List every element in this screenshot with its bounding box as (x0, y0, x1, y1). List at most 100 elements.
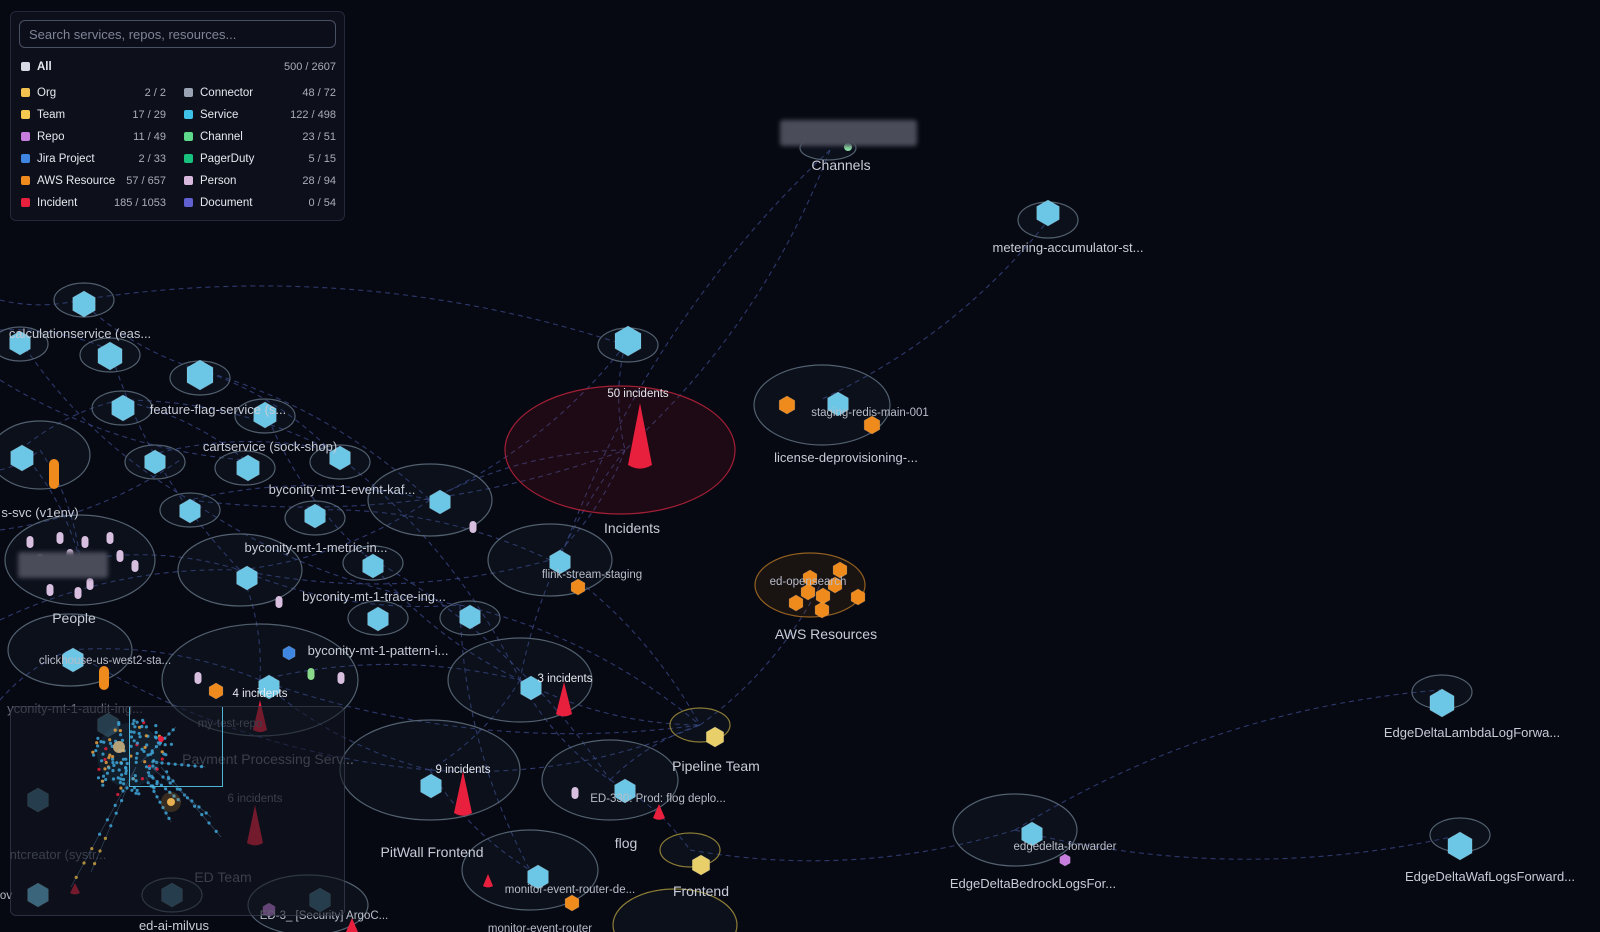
person-node[interactable] (337, 672, 345, 684)
filter-count: 23 / 51 (302, 131, 336, 143)
minimap-node (98, 849, 102, 853)
filter-count: 17 / 29 (132, 109, 166, 121)
service-label: metering-accumulator-st... (993, 240, 1144, 255)
filter-service[interactable]: Service 122 / 498 (184, 107, 336, 123)
minimap-node (100, 779, 104, 783)
swatch (184, 132, 193, 141)
person-node[interactable] (46, 584, 54, 596)
service-label: byconity-mt-1-metric-in... (244, 540, 387, 555)
search-input[interactable] (19, 20, 336, 48)
minimap-node (152, 789, 156, 793)
swatch (21, 154, 30, 163)
service-label: edgedelta-forwarder (1014, 841, 1117, 853)
jira-project-node[interactable] (282, 645, 296, 661)
person-node[interactable] (74, 587, 82, 599)
minimap-node (93, 862, 97, 866)
filter-all-count: 500 / 2607 (284, 61, 336, 73)
minimap-node (94, 749, 98, 753)
person-node[interactable] (131, 560, 139, 572)
aws-resource-node[interactable] (850, 588, 866, 606)
channel-node[interactable] (307, 668, 315, 680)
filter-person[interactable]: Person 28 / 94 (184, 173, 336, 189)
minimap-node (108, 738, 112, 742)
minimap-node (105, 771, 109, 775)
incident-count-label: 50 incidents (607, 388, 669, 400)
minimap-node (115, 761, 119, 765)
pitwall-frontend-cluster[interactable] (339, 719, 521, 821)
aws-resource-node[interactable] (815, 587, 831, 605)
minimap-node (108, 741, 113, 745)
cluster-label: Frontend (673, 883, 729, 899)
person-node[interactable] (571, 787, 579, 799)
swatch (184, 154, 193, 163)
cluster-label: AWS Resources (775, 626, 877, 642)
person-node[interactable] (81, 536, 89, 548)
minimap-node (99, 740, 103, 744)
person-node[interactable] (106, 532, 114, 544)
filter-pagerduty[interactable]: PagerDuty 5 / 15 (184, 151, 336, 167)
aws-resource-node[interactable] (208, 682, 224, 700)
minimap-node (107, 766, 111, 770)
minimap-node (121, 789, 125, 793)
filter-incident[interactable]: Incident 185 / 1053 (21, 195, 166, 211)
minimap-node (98, 832, 102, 836)
edgedelta-forwarder-cluster[interactable] (952, 793, 1078, 867)
incidents-cluster[interactable] (504, 385, 736, 515)
filter-team[interactable]: Team 17 / 29 (21, 107, 166, 123)
minimap-node (111, 769, 115, 773)
cluster-label: People (52, 610, 96, 626)
minimap-node (112, 763, 116, 767)
minimap-node (117, 768, 121, 772)
person-node[interactable] (26, 536, 34, 548)
aws-resource-node[interactable] (814, 601, 830, 619)
minimap-node (207, 821, 211, 825)
filter-aws-resource[interactable]: AWS Resource 57 / 657 (21, 173, 166, 189)
person-node[interactable] (194, 672, 202, 684)
minimap-node (130, 788, 134, 792)
person-node[interactable] (469, 521, 477, 533)
incident-count-label: 9 incidents (436, 764, 491, 776)
minimap-node (96, 744, 100, 748)
filter-repo[interactable]: Repo 11 / 49 (21, 129, 166, 145)
filter-channel[interactable]: Channel 23 / 51 (184, 129, 336, 145)
filter-count: 57 / 657 (126, 175, 166, 187)
minimap-node (104, 760, 108, 765)
filter-all[interactable]: All 500 / 2607 (21, 59, 336, 75)
swatch (184, 88, 193, 97)
filter-jira-project[interactable]: Jira Project 2 / 33 (21, 151, 166, 167)
service-label: byconity-mt-1-trace-ing... (302, 589, 446, 604)
redacted-person-label (18, 552, 108, 578)
minimap-node (114, 811, 118, 815)
filter-connector[interactable]: Connector 48 / 72 (184, 85, 336, 101)
minimap-viewport[interactable] (129, 707, 223, 787)
person-node[interactable] (56, 532, 64, 544)
aws-resource-node[interactable] (788, 594, 804, 612)
minimap-node (119, 786, 123, 790)
minimap-node (111, 777, 116, 781)
minimap-node (120, 799, 124, 803)
swatch (184, 110, 193, 119)
filter-count: 0 / 54 (308, 197, 336, 209)
service-label: s-svc (v1env) (1, 505, 78, 520)
person-node[interactable] (275, 596, 283, 608)
aws-resource-node[interactable] (564, 894, 580, 912)
aws-resource-node[interactable] (99, 666, 109, 690)
all-swatch (21, 62, 30, 71)
filter-document[interactable]: Document 0 / 54 (184, 195, 336, 211)
minimap-node (121, 777, 126, 782)
aws-resource-node[interactable] (49, 459, 59, 489)
minimap[interactable] (10, 706, 345, 916)
minimap-node (102, 740, 106, 744)
filter-org[interactable]: Org 2 / 2 (21, 85, 166, 101)
minimap-node (113, 803, 117, 807)
minimap-node (118, 780, 122, 785)
incident-count-label: 3 incidents (538, 673, 593, 685)
aws-resource-node[interactable] (778, 395, 796, 415)
person-node[interactable] (86, 578, 94, 590)
minimap-node (118, 729, 122, 733)
frontend-team-cluster[interactable] (659, 832, 721, 868)
repo-node[interactable] (1059, 853, 1071, 867)
minimap-node (122, 782, 126, 786)
person-node[interactable] (116, 550, 124, 562)
aws-resource-node[interactable] (570, 578, 586, 596)
